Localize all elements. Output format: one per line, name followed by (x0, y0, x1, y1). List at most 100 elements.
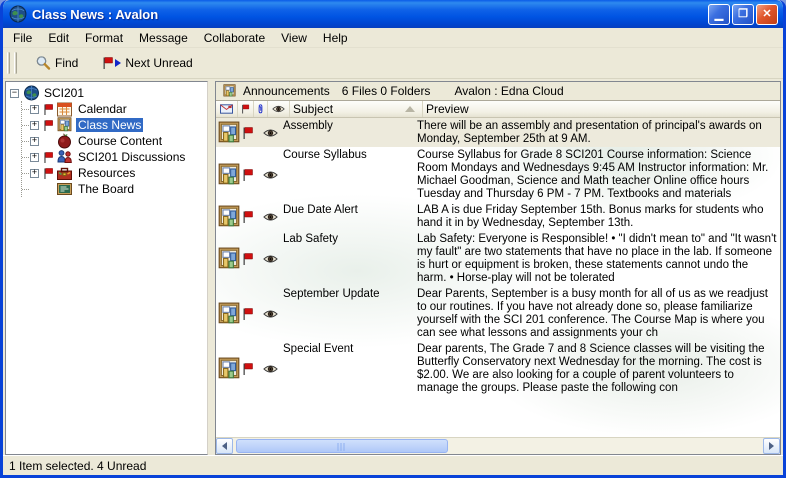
envelope-icon (220, 103, 233, 115)
tree-item-label: Course Content (76, 134, 164, 148)
tree-item-label: Calendar (76, 102, 129, 116)
find-button[interactable]: Find (27, 51, 86, 75)
column-viewed[interactable] (268, 101, 290, 117)
globe-icon (23, 85, 40, 101)
paperclip-icon (257, 103, 264, 115)
tree-item-the-board[interactable]: + The Board (22, 181, 207, 197)
tree-item-label: Class News (76, 118, 143, 132)
message-row[interactable]: Course Syllabus Course Syllabus for Grad… (216, 147, 780, 202)
conference-info-bar: Announcements 6 Files 0 Folders Avalon :… (216, 82, 780, 101)
bulletin-icon (218, 357, 240, 381)
message-list: Assembly There will be an assembly and p… (216, 118, 780, 437)
menu-item-collaborate[interactable]: Collaborate (196, 29, 273, 47)
toolbar-grip[interactable] (7, 52, 10, 74)
message-row[interactable]: Assembly There will be an assembly and p… (216, 118, 780, 147)
scroll-right-button[interactable] (763, 438, 780, 454)
minimize-button[interactable]: ▁ (708, 4, 730, 25)
tree-item-label: SCI201 Discussions (76, 150, 187, 164)
unread-flag-icon (102, 57, 114, 69)
message-subject: Lab Safety (280, 231, 413, 286)
application-window: Class News : Avalon ▁ ❐ ✕ File Edit Form… (0, 0, 786, 478)
unread-flag-icon (242, 169, 254, 181)
unread-flag-icon (242, 211, 254, 223)
tree-item-calendar[interactable]: + Calendar (22, 101, 207, 117)
unread-flag-icon (43, 168, 54, 179)
tree-item-sci201-discussions[interactable]: + SCI201 Discussions (22, 149, 207, 165)
scroll-left-button[interactable] (216, 438, 233, 454)
menu-item-view[interactable]: View (273, 29, 315, 47)
message-row[interactable]: Due Date Alert LAB A is due Friday Septe… (216, 202, 780, 231)
unread-flag-icon (242, 308, 254, 320)
close-button[interactable]: ✕ (756, 4, 778, 25)
menu-item-message[interactable]: Message (131, 29, 196, 47)
toolbar-grip[interactable] (14, 52, 17, 74)
tree-item-label: The Board (76, 182, 136, 196)
menu-item-edit[interactable]: Edit (40, 29, 77, 47)
file-folder-counts: 6 Files 0 Folders (342, 84, 431, 98)
message-preview: Dear Parents, September is a busy month … (413, 286, 780, 341)
column-preview[interactable]: Preview (423, 101, 780, 117)
preview-header-label: Preview (426, 102, 469, 116)
menu-item-format[interactable]: Format (77, 29, 131, 47)
sort-ascending-icon (405, 106, 415, 112)
menu-item-help[interactable]: Help (315, 29, 356, 47)
message-row[interactable]: Lab Safety Lab Safety: Everyone is Respo… (216, 231, 780, 286)
tree-item-course-content[interactable]: + Course Content (22, 133, 207, 149)
eye-icon (263, 212, 278, 222)
announcements-icon (222, 84, 237, 98)
tree-item-resources[interactable]: + Resources (22, 165, 207, 181)
conference-title: Announcements (243, 84, 330, 98)
status-text: 1 Item selected. 4 Unread (9, 459, 146, 473)
message-row[interactable]: Special Event Dear parents, The Grade 7 … (216, 341, 780, 396)
unread-flag-icon (242, 363, 254, 375)
tree-item-label: Resources (76, 166, 137, 180)
message-preview: Course Syllabus for Grade 8 SCI201 Cours… (413, 147, 780, 202)
message-preview: Lab Safety: Everyone is Responsible! • "… (413, 231, 780, 286)
title-bar[interactable]: Class News : Avalon ▁ ❐ ✕ (3, 0, 783, 28)
message-subject: September Update (280, 286, 413, 341)
flag-icon (241, 103, 250, 115)
panel-splitter[interactable] (208, 81, 215, 455)
window-title: Class News : Avalon (32, 7, 708, 22)
message-row[interactable]: September Update Dear Parents, September… (216, 286, 780, 341)
tree-root-sci201[interactable]: − SCI201 (10, 85, 207, 101)
expand-expander[interactable]: + (30, 137, 39, 146)
column-subject[interactable]: Subject (290, 101, 423, 117)
message-list-panel: Announcements 6 Files 0 Folders Avalon :… (215, 81, 781, 455)
eye-icon (272, 103, 285, 115)
column-unread-flag[interactable] (238, 101, 254, 117)
bulletin-icon (56, 117, 73, 133)
unread-flag-icon (43, 104, 54, 115)
expand-expander[interactable]: + (30, 121, 39, 130)
tree-root-label: SCI201 (42, 86, 86, 100)
scrollbar-thumb[interactable] (236, 439, 448, 453)
find-label: Find (55, 56, 78, 70)
next-unread-label: Next Unread (125, 56, 192, 70)
toolbox-icon (56, 165, 73, 181)
expand-expander[interactable]: + (30, 153, 39, 162)
unread-flag-icon (43, 152, 54, 163)
eye-icon (263, 309, 278, 319)
unread-flag-icon (242, 253, 254, 265)
expand-expander[interactable]: + (30, 105, 39, 114)
collapse-expander[interactable]: − (10, 89, 19, 98)
subject-header-label: Subject (293, 102, 333, 116)
apple-icon (56, 133, 73, 149)
column-attachment[interactable] (254, 101, 268, 117)
message-subject: Due Date Alert (280, 202, 413, 231)
status-bar: 1 Item selected. 4 Unread (3, 455, 783, 475)
tree-item-class-news[interactable]: + Class News (22, 117, 207, 133)
bulletin-icon (218, 163, 240, 187)
maximize-button[interactable]: ❐ (732, 4, 754, 25)
bulletin-icon (218, 205, 240, 229)
next-arrow-icon (115, 59, 121, 67)
globe-app-icon (9, 5, 27, 23)
menu-item-file[interactable]: File (5, 29, 40, 47)
eye-icon (263, 170, 278, 180)
bulletin-icon (218, 121, 240, 145)
next-unread-button[interactable]: Next Unread (94, 52, 200, 74)
conference-tree: − SCI201 + Calendar + Class News + (5, 81, 208, 455)
expand-expander[interactable]: + (30, 169, 39, 178)
column-message-type[interactable] (216, 101, 238, 117)
conference-owner: Avalon : Edna Cloud (454, 84, 563, 98)
